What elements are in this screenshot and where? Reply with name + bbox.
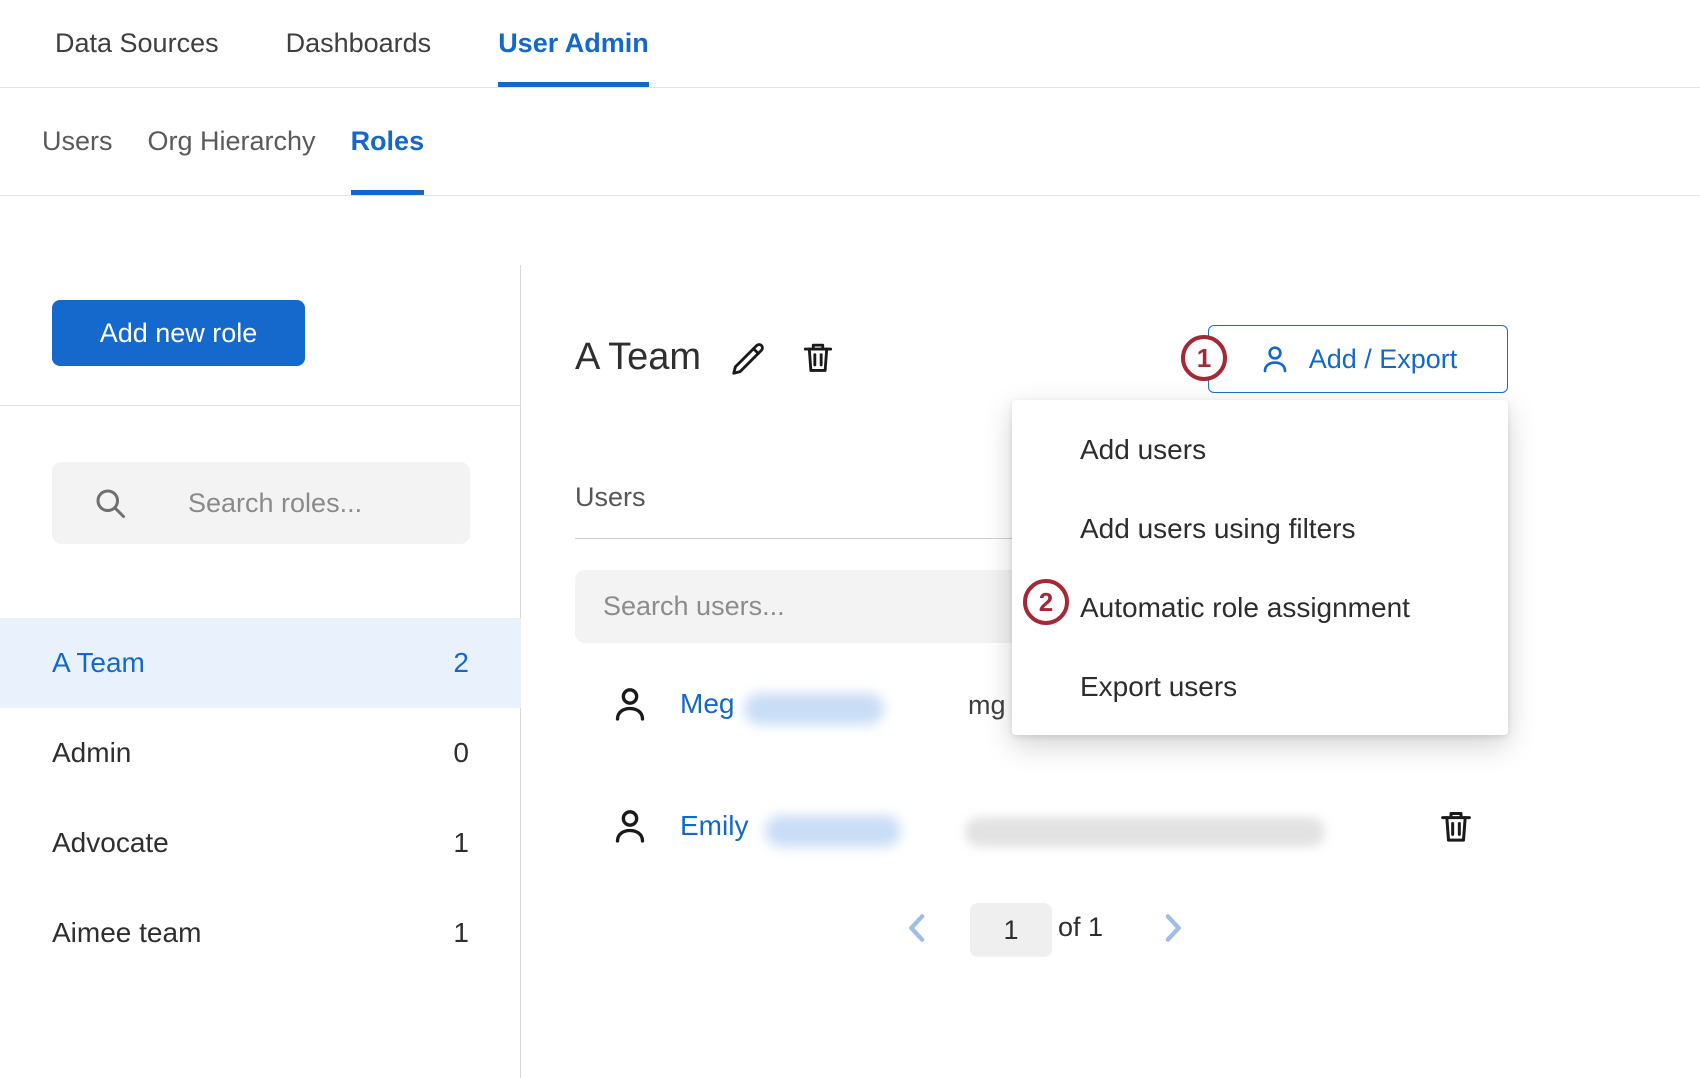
role-count: 1 [453,827,469,859]
menu-item-export-users[interactable]: Export users [1012,647,1508,726]
sidebar-divider [0,405,521,406]
role-count: 0 [453,737,469,769]
edit-role-button[interactable] [729,340,767,378]
role-row-aimee-team[interactable]: Aimee team 1 [0,888,521,978]
page-number-box[interactable]: 1 [970,903,1052,957]
role-name: A Team [52,647,145,679]
add-export-dropdown-menu: Add users Add users using filters Automa… [1012,400,1508,735]
menu-item-add-users-using-filters[interactable]: Add users using filters [1012,489,1508,568]
role-count: 2 [453,647,469,679]
role-row-a-team[interactable]: A Team 2 [0,618,521,708]
tab-user-admin[interactable]: User Admin [498,0,649,87]
user-avatar-icon [610,806,650,846]
top-nav: Data Sources Dashboards User Admin [0,0,1700,88]
user-avatar-icon [610,684,650,724]
role-count: 1 [453,917,469,949]
trash-icon [1436,806,1476,846]
user-email-fragment: mg [968,690,1006,721]
content-area: Add new role A Team 2 Admin 0 Advocate 1 [0,196,1700,1078]
menu-item-automatic-role-assignment[interactable]: Automatic role assignment [1012,568,1508,647]
user-admin-app: Data Sources Dashboards User Admin Users… [0,0,1700,1078]
subtab-roles[interactable]: Roles [351,88,425,195]
role-list: A Team 2 Admin 0 Advocate 1 Aimee team 1 [0,618,521,978]
user-link-emily[interactable]: Emily [680,810,748,842]
role-row-admin[interactable]: Admin 0 [0,708,521,798]
add-new-role-button[interactable]: Add new role [52,300,305,366]
role-name: Admin [52,737,131,769]
user-link-meg[interactable]: Meg [680,688,734,720]
chevron-right-icon [1152,908,1192,948]
search-icon [92,485,128,521]
role-name: Advocate [52,827,169,859]
menu-item-add-users[interactable]: Add users [1012,410,1508,489]
trash-icon [799,338,837,376]
tab-data-sources[interactable]: Data Sources [55,0,219,87]
users-heading: Users [575,482,646,513]
redacted-email-blob [965,817,1325,847]
page-title: A Team [575,336,701,379]
person-icon [1259,343,1291,375]
subtab-org-hierarchy[interactable]: Org Hierarchy [148,88,316,195]
delete-user-button[interactable] [1436,806,1476,846]
subtab-users[interactable]: Users [42,88,113,195]
annotation-step-1: 1 [1181,335,1227,381]
redacted-lastname-blob [765,815,901,847]
delete-role-button[interactable] [799,338,837,376]
previous-page-button[interactable] [898,908,938,948]
role-row-advocate[interactable]: Advocate 1 [0,798,521,888]
add-export-label: Add / Export [1309,344,1458,375]
annotation-step-2: 2 [1023,579,1069,625]
page-number: 1 [1003,915,1018,946]
redacted-lastname-blob [744,693,884,725]
chevron-left-icon [898,908,938,948]
next-page-button[interactable] [1152,908,1192,948]
page-of-label: of 1 [1058,912,1103,943]
pencil-icon [729,340,767,378]
role-search-box [52,462,470,544]
role-name: Aimee team [52,917,201,949]
add-export-button[interactable]: Add / Export [1208,325,1508,393]
tab-dashboards[interactable]: Dashboards [286,0,432,87]
sub-nav: Users Org Hierarchy Roles [0,88,1700,196]
